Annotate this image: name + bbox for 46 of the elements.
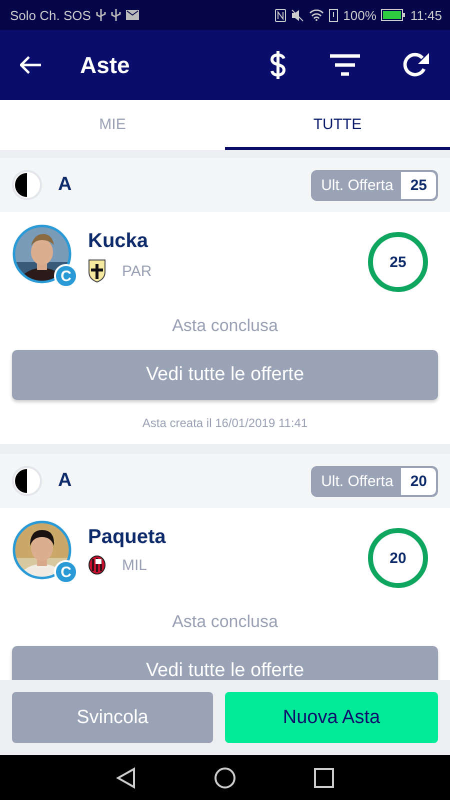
role-badge: C xyxy=(54,560,78,584)
tab[interactable]: MIE xyxy=(0,100,225,150)
carrier-text: Solo Ch. SOS xyxy=(10,8,91,22)
back-arrow-icon xyxy=(20,56,42,74)
screen-title: Aste xyxy=(80,52,130,78)
battery-icon xyxy=(381,9,406,21)
role-badge: C xyxy=(54,264,78,288)
wifi-icon xyxy=(309,9,324,21)
bid-ring: 25 xyxy=(368,232,428,292)
view-offers-button[interactable]: Vedi tutte le offerte xyxy=(12,350,438,400)
release-button[interactable]: Svincola xyxy=(12,692,213,743)
usb-icon xyxy=(110,8,121,22)
refresh-icon xyxy=(402,51,430,79)
view-offers-button[interactable]: Vedi tutte le offerte xyxy=(12,646,438,680)
alert-icon xyxy=(329,8,338,22)
league-label: A xyxy=(58,470,72,492)
created-date: Asta creata il 16/01/2019 11:41 xyxy=(142,416,308,430)
muted-icon xyxy=(291,8,304,22)
last-offer-label: Ult. Offerta xyxy=(320,472,394,492)
team-code: MIL xyxy=(122,556,148,574)
new-auction-button[interactable]: Nuova Asta xyxy=(224,692,438,743)
nfc-icon xyxy=(275,8,286,22)
team-code: PAR xyxy=(122,262,152,280)
crest-icon xyxy=(88,555,106,575)
home-nav-icon[interactable] xyxy=(214,766,236,788)
battery-text: 100% xyxy=(343,8,376,22)
player-name: Paqueta xyxy=(88,526,166,549)
last-offer-label: Ult. Offerta xyxy=(320,176,394,196)
last-offer-value: 25 xyxy=(401,172,436,198)
league-icon xyxy=(12,170,42,200)
last-offer-value: 20 xyxy=(401,468,436,494)
auction-status: Asta conclusa xyxy=(172,316,278,336)
recent-apps-icon[interactable] xyxy=(314,768,334,788)
tab[interactable]: TUTTE xyxy=(225,100,450,150)
mail-icon xyxy=(126,10,139,20)
back-nav-icon[interactable] xyxy=(116,766,136,788)
player-name: Kucka xyxy=(88,230,150,253)
clock-text: 11:45 xyxy=(410,8,442,22)
filter-icon xyxy=(330,53,360,77)
league-label: A xyxy=(58,174,72,196)
dollar-icon xyxy=(268,50,288,80)
bid-ring: 20 xyxy=(368,528,428,588)
shield-icon xyxy=(88,259,106,283)
league-icon xyxy=(12,466,42,496)
usb-icon xyxy=(96,8,106,22)
auction-status: Asta conclusa xyxy=(172,612,278,632)
